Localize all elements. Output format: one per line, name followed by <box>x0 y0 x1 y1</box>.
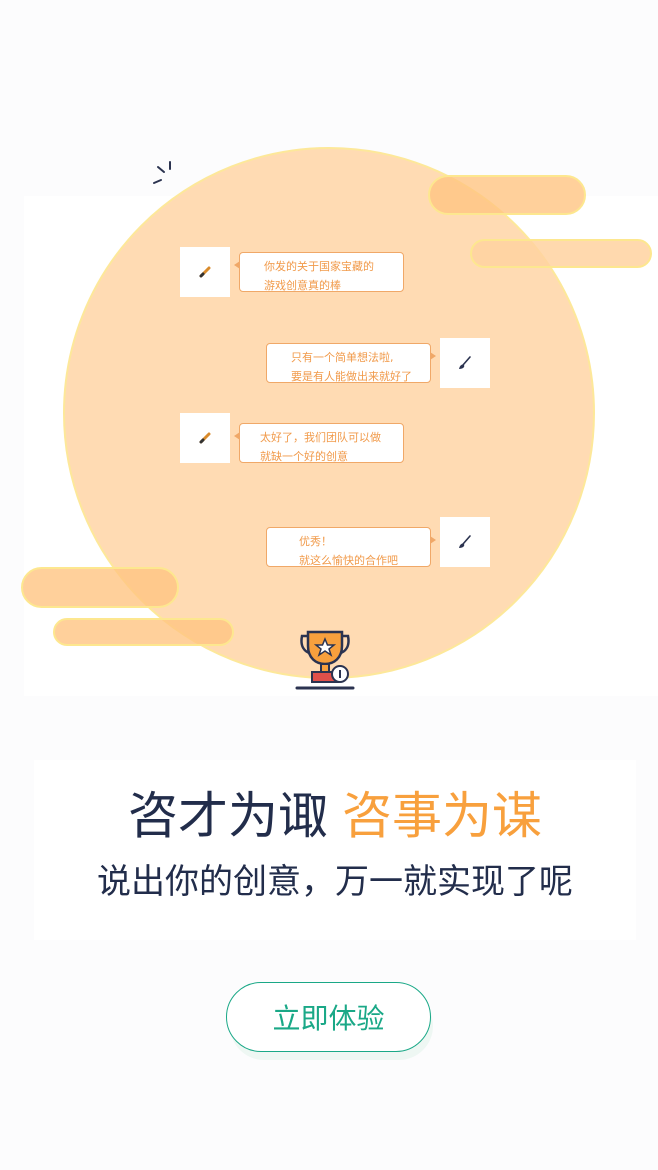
chat-bubble: 你发的关于国家宝藏的 游戏创意真的棒 <box>234 252 404 292</box>
chat-text: 你发的关于国家宝藏的 <box>264 260 374 273</box>
pencil-icon <box>199 266 211 278</box>
slogan-card: 咨才为诹 咨事为谋 说出你的创意，万一就实现了呢 <box>34 760 636 940</box>
sparkle-icon <box>153 161 171 184</box>
cloud-decoration <box>428 175 586 215</box>
brush-icon <box>459 356 471 369</box>
cloud-decoration <box>53 618 234 646</box>
chat-text: 太好了，我们团队可以做 <box>260 431 381 444</box>
subline: 说出你的创意，万一就实现了呢 <box>97 862 573 902</box>
chat-text: 就缺一个好的创意 <box>260 450 348 463</box>
pencil-icon <box>199 432 211 444</box>
trophy-icon <box>295 630 355 690</box>
headline: 咨才为诹 咨事为谋 <box>34 786 636 846</box>
cloud-decoration <box>470 239 652 268</box>
chat-text: 游戏创意真的棒 <box>264 279 341 292</box>
chat-text: 优秀！ <box>299 535 332 548</box>
headline-dark: 咨才为诹 <box>128 787 328 845</box>
chat-text: 只有一个简单想法啦, <box>291 351 394 364</box>
chat-text: 就这么愉快的合作吧 <box>299 554 398 567</box>
user-avatar <box>440 517 490 567</box>
user-avatar <box>180 413 230 463</box>
chat-bubble: 太好了，我们团队可以做 就缺一个好的创意 <box>234 423 404 463</box>
headline-orange: 咨事为谋 <box>342 787 542 845</box>
try-now-button[interactable]: 立即体验 <box>226 982 431 1052</box>
user-avatar <box>180 247 230 297</box>
cloud-decoration <box>21 567 179 608</box>
chat-bubble: 优秀！ 就这么愉快的合作吧 <box>266 527 436 567</box>
brush-icon <box>459 535 471 548</box>
chat-text: 要是有人能做出来就好了 <box>291 370 412 383</box>
chat-bubble: 只有一个简单想法啦, 要是有人能做出来就好了 <box>266 343 436 383</box>
user-avatar <box>440 338 490 388</box>
